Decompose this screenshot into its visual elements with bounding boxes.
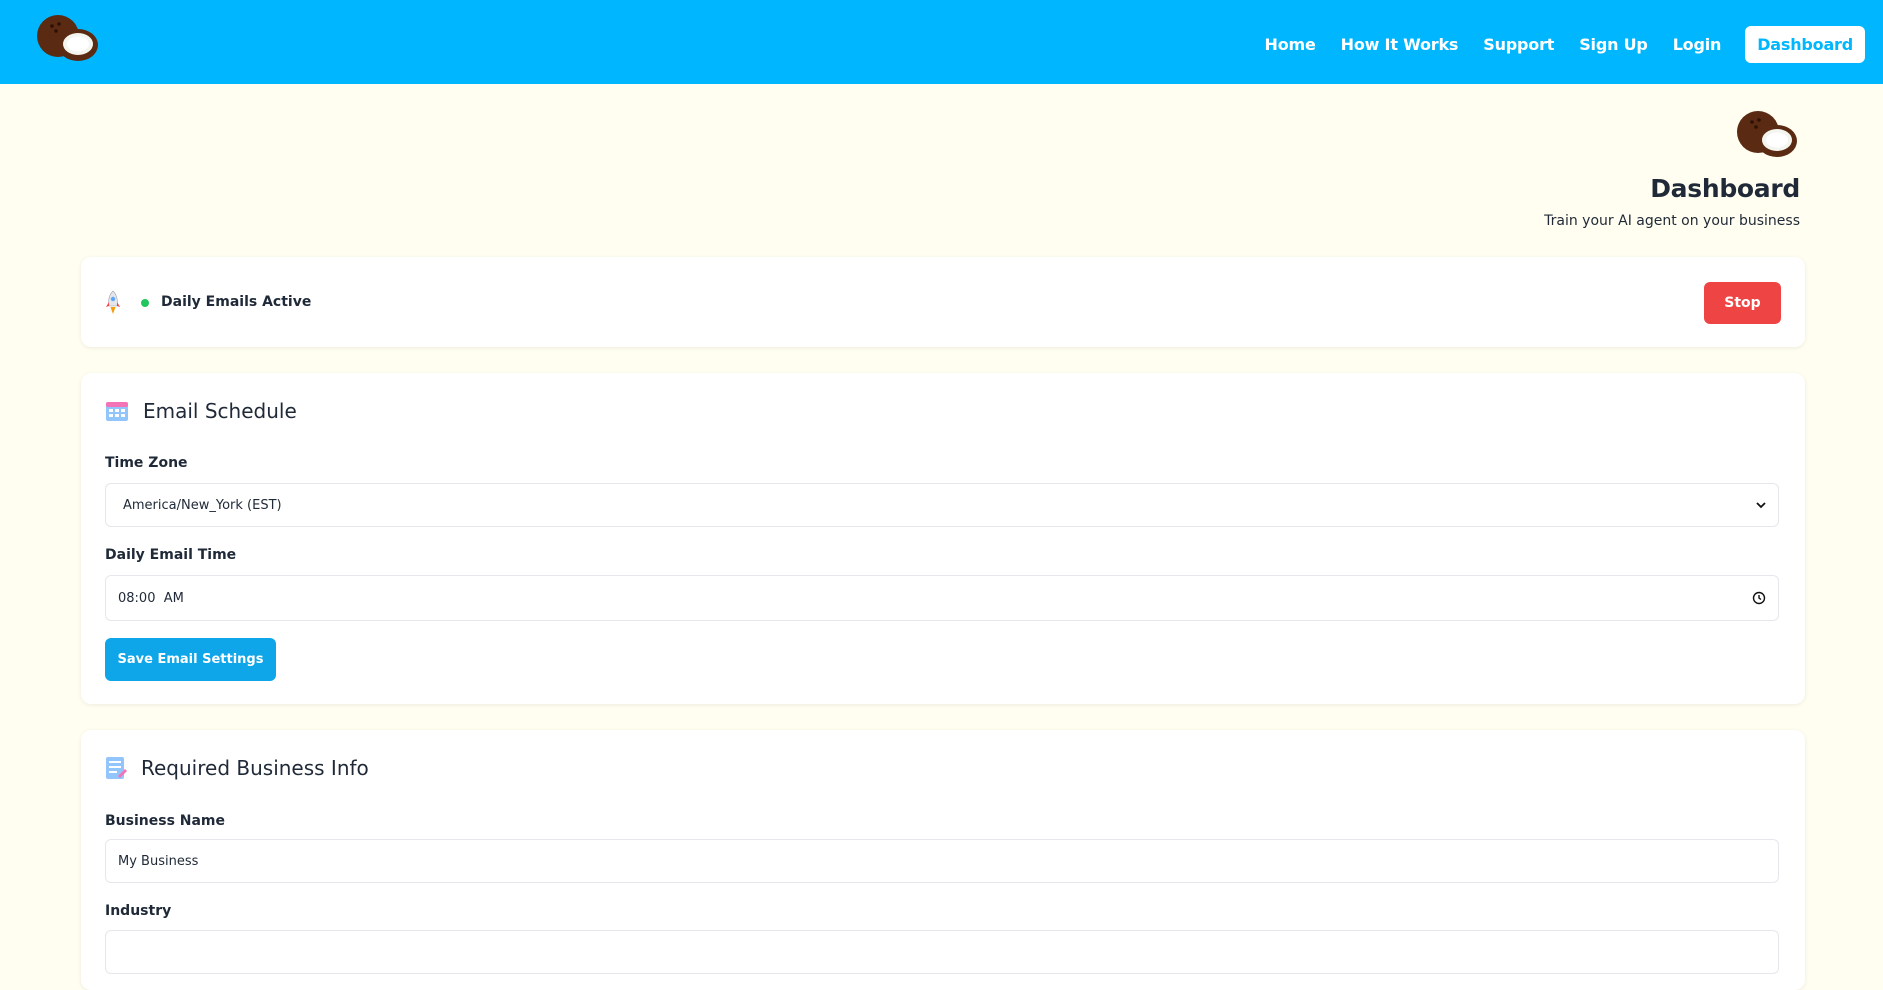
page-subtitle: Train your AI agent on your business — [1544, 213, 1800, 229]
daily-email-time-value: 08:00 AM — [118, 590, 184, 606]
coconut-logo-icon — [1737, 111, 1797, 157]
email-schedule-title: Email Schedule — [143, 399, 297, 423]
calendar-icon — [106, 402, 128, 421]
notepad-icon — [106, 757, 127, 779]
industry-label: Industry — [105, 903, 172, 919]
daily-email-time-label: Daily Email Time — [105, 547, 237, 563]
timezone-value: America/New_York (EST) — [123, 497, 282, 513]
page-title: Dashboard — [1650, 174, 1800, 203]
business-info-header: Required Business Info — [105, 756, 369, 780]
business-info-card: Required Business Info Business Name My … — [81, 730, 1805, 990]
nav-support[interactable]: Support — [1483, 35, 1554, 54]
daily-email-time-input[interactable]: 08:00 AM — [105, 575, 1779, 621]
nav-dashboard-button[interactable]: Dashboard — [1745, 26, 1865, 63]
timezone-label: Time Zone — [105, 455, 188, 471]
save-email-settings-button[interactable]: Save Email Settings — [105, 638, 276, 681]
coconut-logo-icon[interactable] — [34, 14, 100, 64]
stop-button[interactable]: Stop — [1704, 282, 1781, 324]
nav-home[interactable]: Home — [1265, 35, 1316, 54]
status-card: Daily Emails Active Stop — [81, 257, 1805, 347]
page-header: Dashboard Train your AI agent on your bu… — [1544, 110, 1800, 229]
timezone-select[interactable]: America/New_York (EST) — [105, 483, 1779, 527]
nav-login[interactable]: Login — [1673, 35, 1722, 54]
status-text: Daily Emails Active — [161, 294, 312, 310]
email-schedule-card: Email Schedule Time Zone America/New_Yor… — [81, 373, 1805, 704]
chevron-down-icon — [1756, 502, 1766, 509]
main-nav: Home How It Works Support Sign Up Login … — [1240, 26, 1865, 63]
industry-input[interactable] — [105, 930, 1779, 974]
business-info-title: Required Business Info — [141, 756, 369, 780]
nav-sign-up[interactable]: Sign Up — [1579, 35, 1648, 54]
business-name-label: Business Name — [105, 813, 226, 829]
email-schedule-header: Email Schedule — [105, 399, 297, 423]
top-navbar: Home How It Works Support Sign Up Login … — [0, 0, 1883, 84]
status-indicator-dot — [141, 299, 149, 307]
business-name-input[interactable]: My Business — [105, 839, 1779, 883]
clock-icon[interactable] — [1752, 591, 1766, 605]
business-name-value: My Business — [118, 853, 199, 869]
nav-how-it-works[interactable]: How It Works — [1341, 35, 1459, 54]
rocket-icon — [106, 290, 120, 314]
